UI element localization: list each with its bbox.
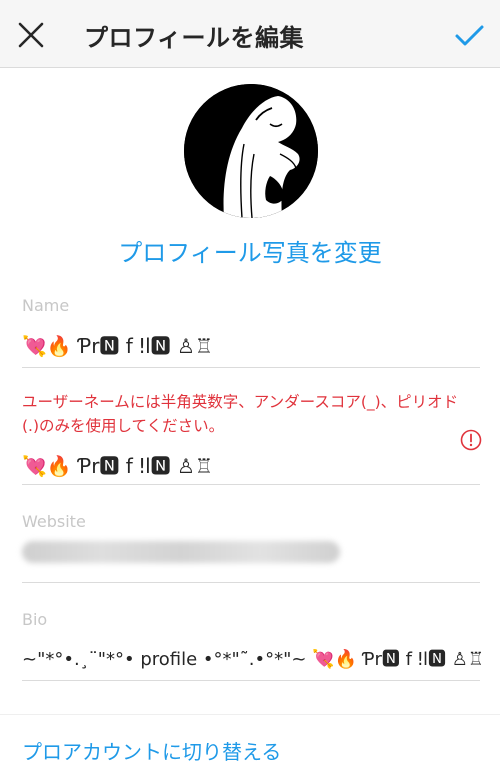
done-button[interactable]: [452, 18, 486, 52]
website-input[interactable]: [22, 541, 340, 563]
profile-avatar[interactable]: [184, 84, 318, 218]
username-error-message: ユーザーネームには半角英数字、アンダースコア(_)、ピリオド(.)のみを使用して…: [22, 393, 459, 435]
page-title: プロフィールを編集: [84, 24, 305, 52]
close-icon: [18, 22, 44, 48]
top-bar: プロフィールを編集: [0, 0, 500, 68]
bio-divider: [22, 680, 480, 681]
alert-circle-icon: [460, 429, 482, 451]
name-label: Name: [22, 296, 70, 315]
bio-label: Bio: [22, 610, 48, 629]
switch-to-professional-account-link[interactable]: プロアカウントに切り替える: [22, 736, 281, 765]
website-label: Website: [22, 512, 86, 531]
website-divider: [22, 582, 480, 583]
close-button[interactable]: [14, 18, 48, 52]
name-input[interactable]: 💘🔥 Ƥr🅽 f ǃl🅽 ♙♖: [22, 330, 213, 359]
footer-divider: [0, 714, 500, 715]
checkmark-icon: [455, 25, 484, 46]
avatar-illustration: [184, 84, 318, 218]
bio-input[interactable]: ~"*°•.¸¨"*°• profile •°*"˜.•°*"~ 💘🔥 Ƥr🅽 …: [22, 645, 484, 671]
name-divider: [22, 367, 480, 368]
username-divider: [22, 484, 480, 485]
change-profile-photo-link[interactable]: プロフィール写真を変更: [0, 233, 500, 268]
username-input[interactable]: 💘🔥 Ƥr🅽 f ǃl🅽 ♙♖: [22, 450, 213, 479]
